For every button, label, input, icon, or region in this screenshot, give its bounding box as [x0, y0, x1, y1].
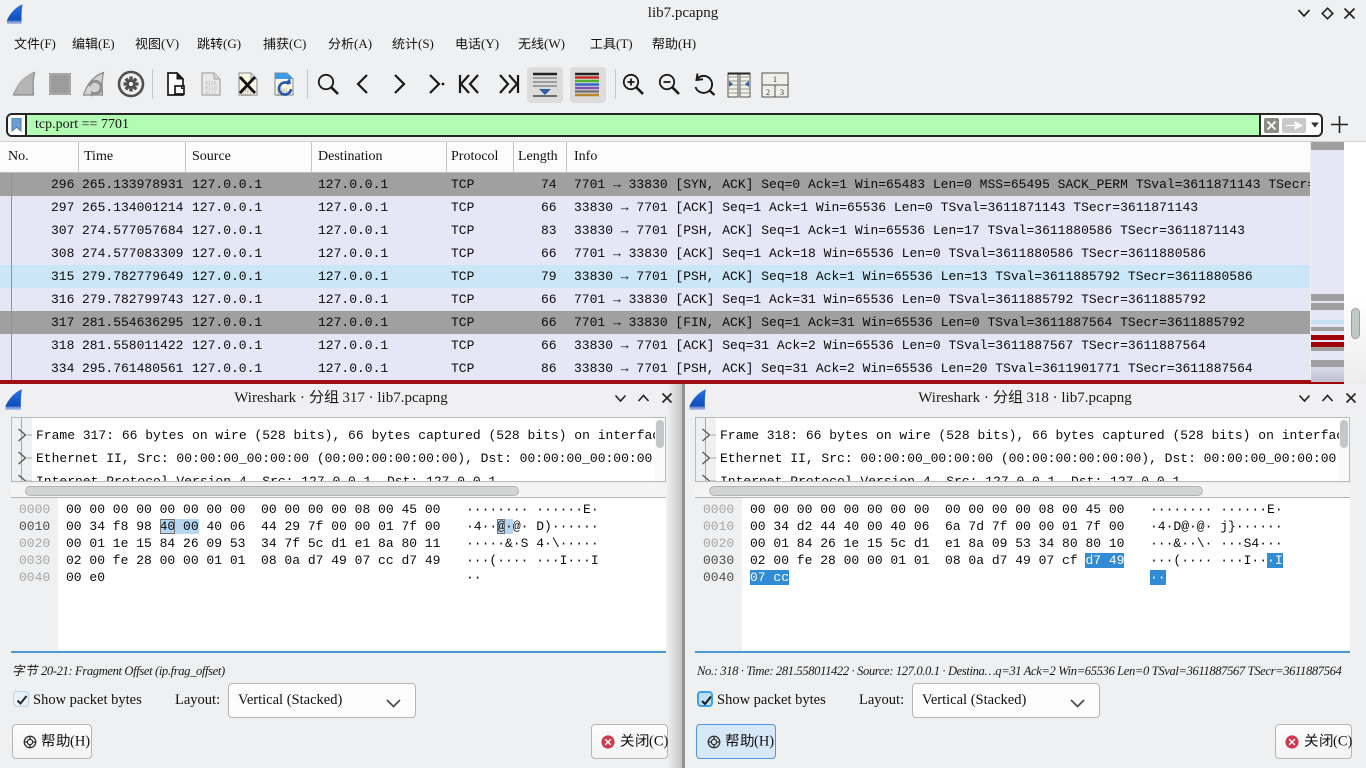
svg-text:2: 2: [766, 88, 770, 97]
svg-text:0111: 0111: [205, 91, 217, 97]
svg-text:0111: 0111: [241, 92, 252, 97]
svg-text:1: 1: [773, 75, 777, 84]
svg-text:3: 3: [780, 88, 784, 97]
